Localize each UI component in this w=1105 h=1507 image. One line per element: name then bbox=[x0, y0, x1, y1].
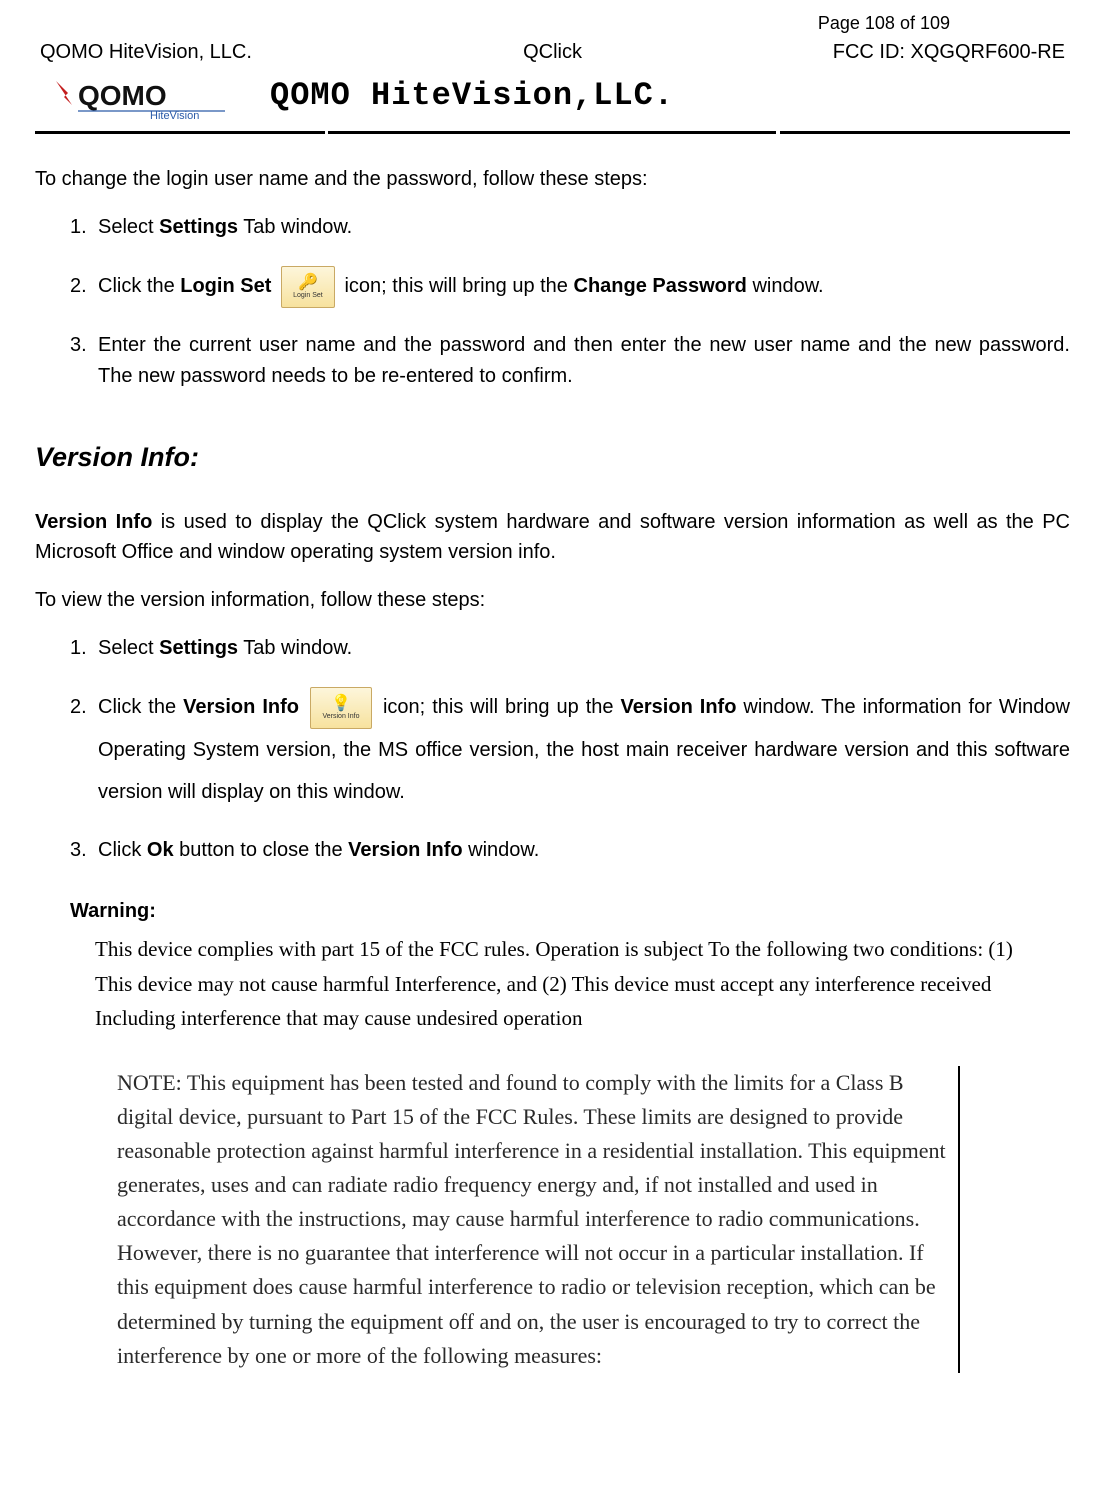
header-company: QOMO HiteVision, LLC. bbox=[40, 37, 382, 67]
icon-label: Version Info bbox=[323, 713, 360, 720]
login-intro: To change the login user name and the pa… bbox=[35, 164, 1070, 194]
login-steps: 1. Select Settings Tab window. 2. Click … bbox=[35, 212, 1070, 392]
step-bold: Version Info bbox=[348, 839, 462, 861]
qomo-logo: QOMO HiteVision bbox=[50, 75, 230, 123]
version-info-icon: 💡 Version Info bbox=[310, 687, 372, 729]
step-text: Select bbox=[98, 637, 159, 659]
step-bold: Version Info bbox=[621, 696, 737, 718]
step-text: Select bbox=[98, 216, 159, 238]
step-number: 2. bbox=[70, 265, 87, 307]
login-step-3: 3. Enter the current user name and the p… bbox=[70, 330, 1070, 392]
page-header: Page 108 of 109 QOMO HiteVision, LLC. QC… bbox=[35, 10, 1070, 123]
step-text: window. bbox=[463, 839, 540, 861]
page-label: Page bbox=[818, 13, 865, 33]
icon-label: Login Set bbox=[293, 292, 323, 299]
step-text: button to close the bbox=[174, 839, 349, 861]
warning-heading: Warning: bbox=[35, 896, 1070, 926]
page-number: Page 108 of 109 bbox=[35, 10, 1070, 37]
step-bold: Change Password bbox=[574, 275, 747, 297]
bulb-icon: 💡 bbox=[331, 696, 351, 712]
step-bold: Ok bbox=[147, 839, 174, 861]
step-number: 1. bbox=[70, 212, 87, 243]
page-of: of bbox=[895, 13, 920, 33]
page-total: 109 bbox=[920, 13, 950, 33]
page-num: 108 bbox=[865, 13, 895, 33]
version-intro-bold: Version Info bbox=[35, 511, 152, 533]
step-text: Tab window. bbox=[238, 216, 352, 238]
step-text: Click the bbox=[98, 696, 183, 718]
version-step-2: 2. Click the Version Info 💡 Version Info… bbox=[70, 686, 1070, 813]
version-step-1: 1. Select Settings Tab window. bbox=[70, 633, 1070, 664]
step-text: Click bbox=[98, 839, 147, 861]
step-number: 2. bbox=[70, 686, 87, 728]
header-info-row: QOMO HiteVision, LLC. QClick FCC ID: XQG… bbox=[35, 37, 1070, 67]
step-bold: Settings bbox=[159, 216, 238, 238]
version-steps: 1. Select Settings Tab window. 2. Click … bbox=[35, 633, 1070, 866]
version-intro: Version Info is used to display the QCli… bbox=[35, 507, 1070, 567]
login-step-2: 2. Click the Login Set 🔑 Login Set icon;… bbox=[70, 265, 1070, 308]
version-info-heading: Version Info: bbox=[35, 437, 1070, 478]
step-text: window. bbox=[747, 275, 824, 297]
step-bold: Version Info bbox=[183, 696, 299, 718]
step-text: Enter the current user name and the pass… bbox=[98, 334, 1070, 387]
step-number: 3. bbox=[70, 330, 87, 361]
warning-body: This device complies with part 15 of the… bbox=[35, 932, 1070, 1036]
header-divider bbox=[35, 131, 1070, 134]
step-bold: Login Set bbox=[180, 275, 271, 297]
header-fcc-id: FCC ID: XQGQRF600-RE bbox=[723, 37, 1065, 67]
step-text: Tab window. bbox=[238, 637, 352, 659]
login-set-icon: 🔑 Login Set bbox=[281, 266, 335, 308]
step-text: Click the bbox=[98, 275, 180, 297]
login-step-1: 1. Select Settings Tab window. bbox=[70, 212, 1070, 243]
company-title: QOMO HiteVision,LLC. bbox=[270, 72, 674, 123]
step-bold: Settings bbox=[159, 637, 238, 659]
step-number: 1. bbox=[70, 633, 87, 664]
version-intro2: To view the version information, follow … bbox=[35, 585, 1070, 615]
logo-sub-text: HiteVision bbox=[150, 110, 199, 122]
logo-row: QOMO HiteVision QOMO HiteVision,LLC. bbox=[35, 72, 1070, 123]
key-icon: 🔑 bbox=[298, 275, 318, 291]
version-step-3: 3. Click Ok button to close the Version … bbox=[70, 835, 1070, 866]
step-number: 3. bbox=[70, 835, 87, 866]
fcc-note-block: NOTE: This equipment has been tested and… bbox=[115, 1066, 960, 1373]
header-product: QClick bbox=[382, 37, 724, 67]
logo-main-text: QOMO bbox=[78, 80, 167, 111]
step-text: icon; this will bring up the bbox=[383, 696, 621, 718]
version-intro-text: is used to display the QClick system har… bbox=[35, 511, 1070, 563]
step-text: icon; this will bring up the bbox=[344, 275, 573, 297]
